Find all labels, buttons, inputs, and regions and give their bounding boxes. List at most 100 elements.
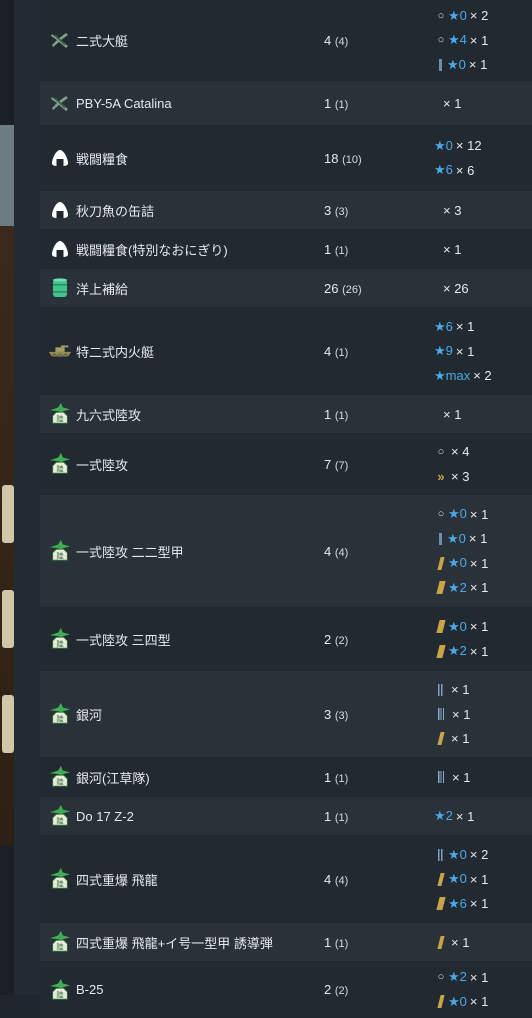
improvement-level: ★2 — [434, 808, 453, 823]
table-row[interactable]: PBY-5A Catalina 1 (1) × 1 — [40, 81, 532, 126]
count-total: 1 — [324, 808, 332, 824]
table-row[interactable]: 陸 四式重爆 飛龍+イ号一型甲 誘導弾 1 (1) × 1 — [40, 923, 532, 962]
table-row[interactable]: 陸 銀河 3 (3) × 1 × 1 × 1 — [40, 671, 532, 758]
improvement-quantity: × 3 — [443, 202, 462, 218]
improvement-line: ★2 × 1 — [434, 804, 532, 829]
equipment-count: 4 (4) — [324, 33, 434, 48]
equipment-count: 3 (3) — [324, 203, 434, 218]
table-row[interactable]: 秋刀魚の缶詰 3 (3) × 3 — [40, 191, 532, 230]
background-card — [2, 695, 14, 753]
table-row[interactable]: 陸 九六式陸攻 1 (1) × 1 — [40, 395, 532, 434]
improvement-level: ★2 — [448, 643, 467, 659]
count-unlocked: (4) — [334, 874, 349, 887]
improvement-quantity: × 1 — [452, 769, 471, 785]
improvement-breakdown: × 3 — [434, 198, 532, 223]
background-window-edge — [0, 0, 14, 995]
improvement-quantity: × 1 — [469, 643, 489, 659]
improvement-line: ★0 × 12 — [434, 134, 532, 159]
land-bomber-icon: 陸 — [48, 804, 72, 828]
svg-text:陸: 陸 — [56, 639, 64, 648]
table-row[interactable]: 特二式内火艇 4 (1) ★6 × 1 ★9 × 1 ★max × 2 — [40, 308, 532, 395]
equipment-table: 二式大艇 4 (4) ○ ★0 × 2 ○ ★4 × 1 ★0 × 1 PBY-5A Catalin… — [40, 0, 532, 1018]
improvement-level: ★9 — [434, 343, 453, 358]
table-row[interactable]: 洋上補給 26 (26) × 26 — [40, 269, 532, 308]
improvement-breakdown: ○ × 4 » × 3 — [434, 440, 532, 489]
background-card — [2, 590, 14, 648]
land-bomber-icon: 陸 — [48, 702, 72, 726]
equipment-count: 1 (1) — [324, 809, 434, 824]
equipment-count: 18 (10) — [324, 151, 434, 166]
improvement-line: ★0 × 1 — [434, 527, 532, 552]
equipment-count: 1 (1) — [324, 407, 434, 422]
improvement-level: ★0 — [434, 137, 453, 153]
table-row[interactable]: 陸一式陸攻 三四型 2 (2) ★0 × 1 ★2 × 1 — [40, 608, 532, 671]
improvement-quantity: × 1 — [455, 808, 475, 824]
equipment-name: 特二式内火艇 — [76, 344, 155, 360]
land-bomber-icon: 陸 — [48, 452, 72, 476]
equipment-name: PBY-5A Catalina — [76, 95, 172, 111]
landing-craft-icon — [48, 339, 72, 363]
improvement-quantity: × 1 — [469, 580, 489, 596]
land-bomber-icon: 陸 — [48, 867, 72, 891]
improvement-quantity: × 26 — [443, 280, 469, 296]
table-row[interactable]: 戦闘糧食 18 (10) ★0 × 12 ★6 × 6 — [40, 126, 532, 191]
improvement-level: ★0 — [448, 871, 467, 886]
equipment-name: 銀河 — [76, 707, 103, 723]
improvement-level: ★6 — [434, 162, 453, 178]
table-row[interactable]: 戦闘糧食(特別なおにぎり) 1 (1) × 1 — [40, 230, 532, 269]
table-row[interactable]: 陸 銀河(江草隊) 1 (1) × 1 — [40, 758, 532, 797]
table-row[interactable]: 陸四式重爆 飛龍 4 (4) ★0 × 2 ★0 × 1 ★6 × 1 — [40, 836, 532, 923]
background-decoration — [0, 125, 14, 845]
improvement-breakdown: ★0 × 1 ★2 × 1 — [434, 615, 532, 664]
improvement-line: ○ × 4 — [434, 440, 532, 465]
improvement-line: ★2 × 1 — [434, 639, 532, 664]
equipment-name: 四式重爆 飛龍 — [76, 872, 158, 888]
equipment-name: 銀河(江草隊) — [76, 770, 150, 786]
improvement-quantity: × 1 — [469, 871, 489, 887]
land-bomber-icon: 陸 — [48, 765, 72, 789]
equipment-name: 一式陸攻 二二型甲 — [76, 544, 184, 560]
svg-text:陸: 陸 — [56, 714, 64, 723]
table-row[interactable]: 二式大艇 4 (4) ○ ★0 × 2 ○ ★4 × 1 ★0 × 1 — [40, 0, 532, 81]
improvement-breakdown: ★2 × 1 — [434, 804, 532, 829]
drum-icon — [48, 276, 72, 300]
circle-marker-icon: ○ — [437, 508, 445, 521]
improvement-breakdown: × 1 — [434, 402, 532, 427]
improvement-quantity: × 1 — [469, 506, 489, 522]
svg-text:陸: 陸 — [56, 551, 64, 560]
proficiency-bar-2-icon — [438, 848, 444, 861]
land-bomber-icon: 陸 — [48, 627, 72, 651]
table-row[interactable]: 陸一式陸攻 7 (7) ○ × 4» × 3 — [40, 434, 532, 495]
improvement-line: ★6 × 1 — [434, 314, 532, 339]
plane-x-icon — [48, 28, 72, 52]
improvement-line: ○ ★0 × 2 — [434, 3, 532, 28]
improvement-quantity: × 1 — [443, 95, 462, 111]
equipment-count: 1 (1) — [324, 242, 434, 257]
improvement-level: ★2 — [448, 969, 467, 985]
proficiency-bar-2-icon — [438, 683, 444, 696]
equipment-name: 一式陸攻 — [76, 457, 129, 473]
improvement-breakdown: × 1 — [434, 765, 532, 790]
table-row[interactable]: 陸 Do 17 Z-2 1 (1) ★2 × 1 — [40, 797, 532, 836]
improvement-quantity: × 1 — [469, 896, 489, 911]
improvement-level: ★0 — [448, 506, 467, 522]
improvement-line: ★0 × 1 — [434, 551, 532, 576]
circle-marker-icon: ○ — [437, 971, 445, 984]
proficiency-slash-2-icon — [436, 897, 446, 910]
improvement-quantity: × 4 — [451, 444, 470, 460]
count-total: 3 — [324, 202, 332, 218]
table-row[interactable]: 陸一式陸攻 二二型甲 4 (4) ○ ★0 × 1 ★0 × 1 ★0 × 1 ★2 × 1 — [40, 495, 532, 608]
improvement-quantity: × 1 — [468, 57, 488, 72]
proficiency-slash-1-icon — [437, 995, 445, 1009]
circle-marker-icon: ○ — [437, 34, 445, 46]
improvement-quantity: × 12 — [455, 138, 482, 154]
svg-text:陸: 陸 — [56, 777, 64, 786]
improvement-line: × 1 — [434, 702, 532, 727]
improvement-breakdown: ★0 × 12 ★6 × 6 — [434, 134, 532, 183]
improvement-quantity: × 1 — [469, 555, 489, 571]
equipment-name: 戦闘糧食 — [76, 151, 129, 167]
count-unlocked: (3) — [334, 709, 349, 722]
count-total: 4 — [324, 543, 332, 559]
equipment-list-panel: 二式大艇 4 (4) ○ ★0 × 2 ○ ★4 × 1 ★0 × 1 PBY-5A Catalin… — [14, 0, 532, 1018]
table-row[interactable]: 陸 B-25 2 (2) ○ ★2 × 1 ★0 × 1 — [40, 962, 532, 1018]
